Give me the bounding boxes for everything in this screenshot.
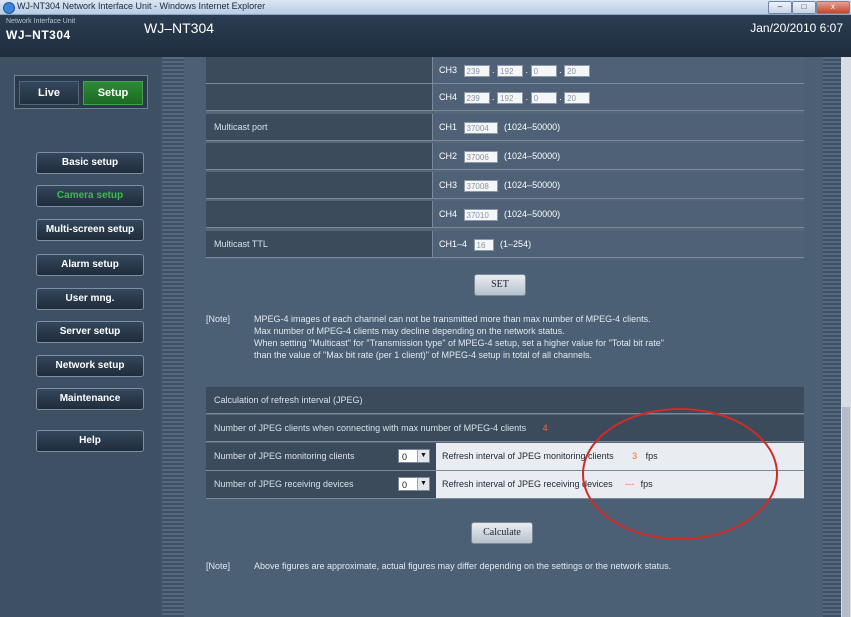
window-title: WJ-NT304 Network Interface Unit - Window… — [17, 1, 266, 11]
sidebar-item-basic-setup[interactable]: Basic setup — [36, 152, 144, 174]
mode-switch: Live Setup — [14, 75, 148, 109]
port-range-hint: (1024–50000) — [504, 209, 561, 219]
channel-label: CH1 — [439, 122, 458, 132]
browser-title-bar: WJ-NT304 Network Interface Unit - Window… — [0, 0, 851, 15]
ttl-input[interactable]: 16 — [473, 238, 494, 251]
approximate-note: [Note] Above figures are approximate, ac… — [206, 560, 806, 588]
jpeg-clients-value: 4 — [542, 423, 548, 433]
multicast-port-label: Multicast port — [206, 114, 432, 140]
sidebar: Live Setup Basic setup Camera setup Mult… — [0, 57, 162, 617]
port-input-ch2[interactable]: 37006 — [463, 150, 498, 163]
scrollbar[interactable] — [841, 57, 851, 617]
set-button[interactable]: SET — [474, 274, 526, 296]
multicast-port-row-ch1: Multicast port CH1 37004 (1024–50000) — [206, 114, 804, 141]
sidebar-item-server-setup[interactable]: Server setup — [36, 321, 144, 343]
ie-icon — [3, 2, 15, 14]
jpeg-table-header: Calculation of refresh interval (JPEG) — [206, 387, 804, 414]
annotation-circle — [582, 408, 778, 540]
main-content: CH3 239 . 192 . 0 . 20 CH4 239 . 192 . 0… — [184, 57, 823, 617]
maximize-button[interactable]: □ — [792, 1, 816, 14]
ip-octet-2-input[interactable]: 192 — [497, 64, 524, 77]
sidebar-item-user-mng[interactable]: User mng. — [36, 288, 144, 310]
ip-octet-1-input[interactable]: 239 — [463, 91, 490, 104]
model-name: WJ–NT304 — [144, 20, 215, 36]
select-value: 0 — [402, 452, 408, 462]
multicast-settings-table: CH3 239 . 192 . 0 . 20 CH4 239 . 192 . 0… — [206, 57, 804, 259]
note-line: than the value of "Max bit rate (per 1 c… — [254, 350, 593, 360]
monitoring-clients-select[interactable]: 0 ▼ — [398, 449, 430, 463]
ttl-range-hint: (1–254) — [500, 239, 532, 249]
note-line: When setting "Multicast" for "Transmissi… — [254, 338, 665, 348]
divider-strip-right — [823, 57, 841, 617]
jpeg-monitoring-label: Number of JPEG monitoring clients — [206, 443, 394, 470]
ip-octet-1-input[interactable]: 239 — [463, 64, 490, 77]
sidebar-item-camera-setup[interactable]: Camera setup — [36, 185, 144, 207]
note-line: MPEG-4 images of each channel can not be… — [254, 314, 651, 324]
multicast-port-row-ch4: CH4 37010 (1024–50000) — [206, 201, 804, 228]
brand-subtitle: Network Interface Unit — [6, 18, 76, 25]
minimize-button[interactable]: – — [768, 1, 792, 14]
mpeg4-note: [Note] MPEG-4 images of each channel can… — [206, 313, 806, 367]
multicast-address-row-ch4: CH4 239 . 192 . 0 . 20 — [206, 84, 804, 111]
multicast-ttl-label: Multicast TTL — [206, 231, 432, 257]
scrollbar-thumb[interactable] — [842, 407, 850, 617]
note-text: Above figures are approximate, actual fi… — [254, 561, 672, 571]
ip-octet-2-input[interactable]: 192 — [497, 91, 524, 104]
app-header: Network Interface Unit WJ–NT304 WJ–NT304… — [0, 15, 851, 57]
ip-octet-3-input[interactable]: 0 — [530, 64, 557, 77]
setup-mode-button[interactable]: Setup — [83, 81, 143, 105]
note-line: Max number of MPEG-4 clients may decline… — [254, 326, 565, 336]
calculate-button[interactable]: Calculate — [471, 522, 533, 544]
chevron-down-icon[interactable]: ▼ — [417, 478, 429, 490]
ip-octet-4-input[interactable]: 20 — [564, 64, 591, 77]
multicast-ttl-row: Multicast TTL CH1–4 16 (1–254) — [206, 231, 804, 258]
datetime-display: Jan/20/2010 6:07 — [750, 21, 843, 35]
channel-label: CH3 — [439, 65, 458, 75]
sidebar-item-maintenance[interactable]: Maintenance — [36, 388, 144, 410]
channel-label: CH2 — [439, 151, 458, 161]
channel-label: CH1–4 — [439, 239, 468, 249]
jpeg-receiving-label: Number of JPEG receiving devices — [206, 471, 394, 498]
multicast-port-row-ch2: CH2 37006 (1024–50000) — [206, 143, 804, 170]
jpeg-clients-label: Number of JPEG clients when connecting w… — [214, 423, 527, 433]
port-input-ch3[interactable]: 37008 — [463, 179, 498, 192]
sidebar-item-alarm-setup[interactable]: Alarm setup — [36, 254, 144, 276]
live-mode-button[interactable]: Live — [19, 81, 79, 105]
chevron-down-icon[interactable]: ▼ — [417, 450, 429, 462]
channel-label: CH4 — [439, 209, 458, 219]
close-button[interactable]: x — [816, 1, 850, 14]
port-range-hint: (1024–50000) — [504, 122, 561, 132]
port-input-ch4[interactable]: 37010 — [463, 208, 498, 221]
divider-strip-left — [162, 57, 184, 617]
sidebar-item-multi-screen-setup[interactable]: Multi-screen setup — [36, 219, 144, 241]
note-tag: [Note] — [206, 314, 231, 324]
ip-octet-3-input[interactable]: 0 — [530, 91, 557, 104]
port-range-hint: (1024–50000) — [504, 180, 561, 190]
multicast-port-row-ch3: CH3 37008 (1024–50000) — [206, 172, 804, 199]
port-range-hint: (1024–50000) — [504, 151, 561, 161]
multicast-address-row-ch3: CH3 239 . 192 . 0 . 20 — [206, 57, 804, 84]
sidebar-item-help[interactable]: Help — [36, 430, 144, 452]
port-input-ch1[interactable]: 37004 — [463, 121, 498, 134]
brand-name: WJ–NT304 — [6, 28, 71, 42]
ip-octet-4-input[interactable]: 20 — [564, 91, 591, 104]
channel-label: CH4 — [439, 92, 458, 102]
channel-label: CH3 — [439, 180, 458, 190]
sidebar-item-network-setup[interactable]: Network setup — [36, 355, 144, 377]
select-value: 0 — [402, 480, 408, 490]
note-tag: [Note] — [206, 561, 231, 571]
receiving-devices-select[interactable]: 0 ▼ — [398, 477, 430, 491]
